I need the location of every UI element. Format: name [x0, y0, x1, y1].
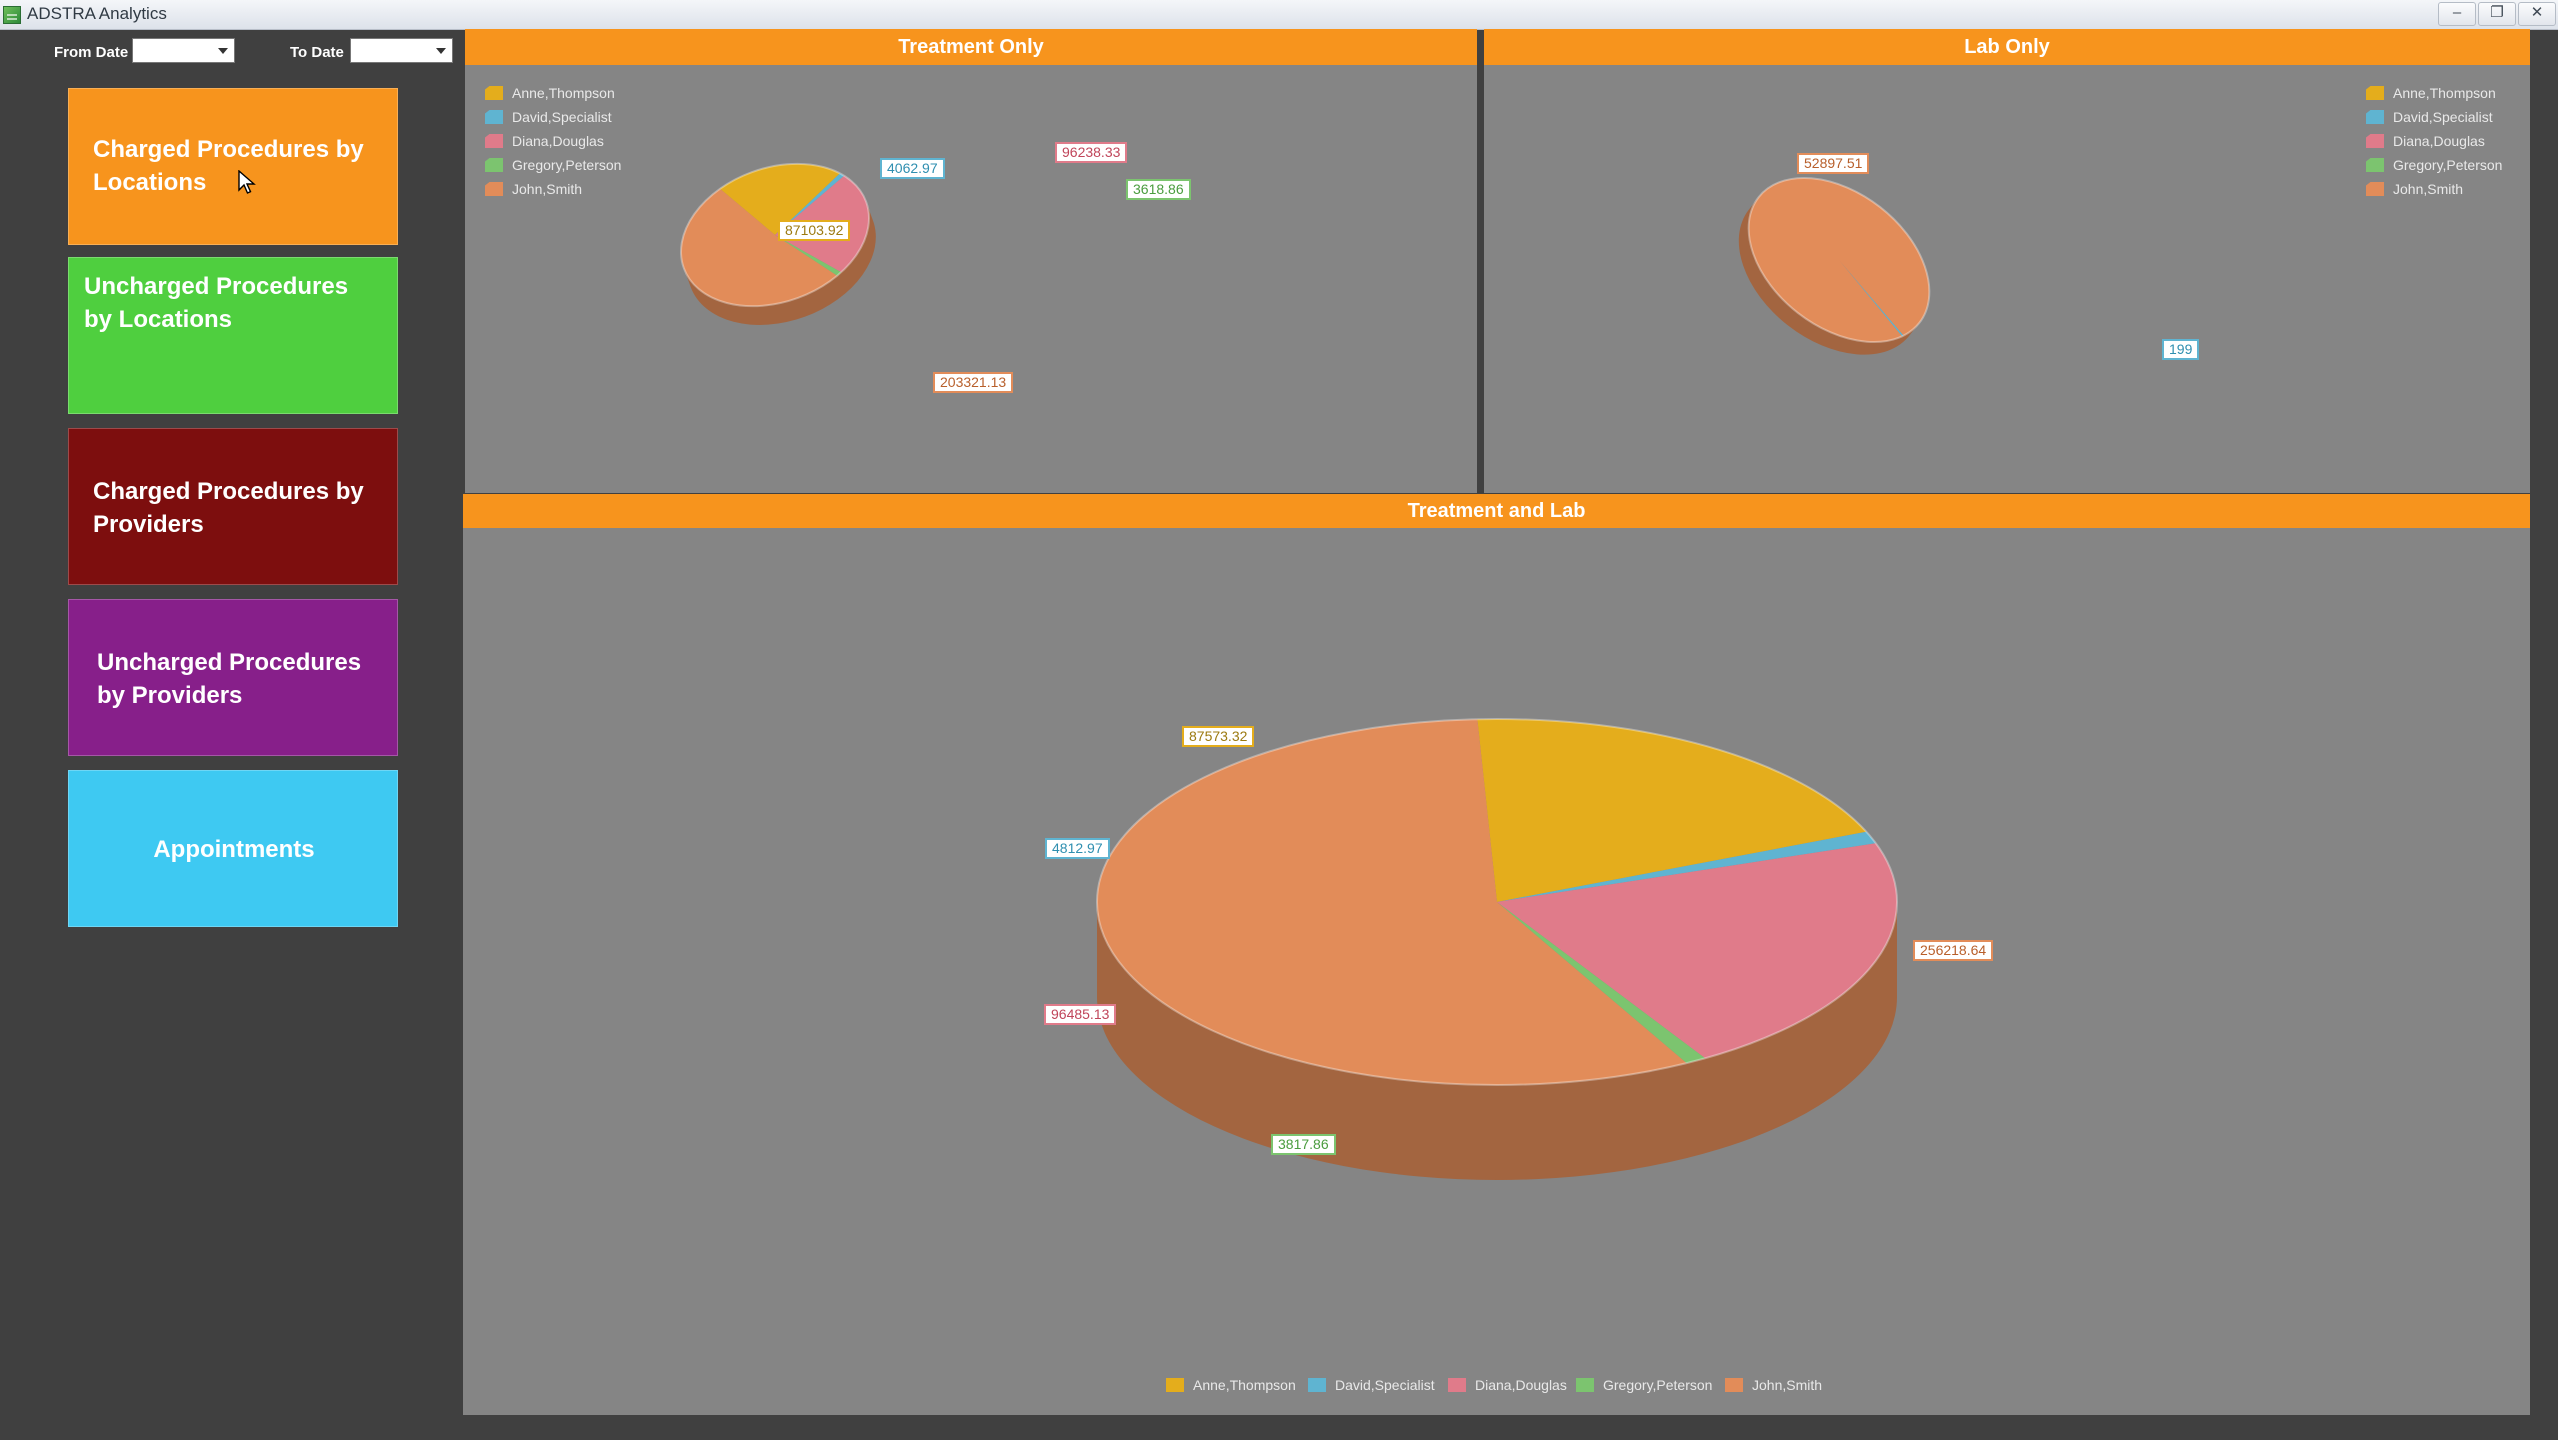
uncharged-procedures-by-locations-button[interactable]: Uncharged Procedures by Locations — [68, 257, 398, 414]
treatment-only-pie — [680, 162, 876, 325]
data-label: 87573.32 — [1182, 726, 1255, 747]
minimize-button[interactable]: – — [2438, 2, 2476, 26]
data-label: 87103.92 — [778, 220, 851, 241]
to-date-picker[interactable] — [350, 38, 453, 63]
legend-item: Anne,Thompson — [1166, 1377, 1296, 1393]
window-title: ADSTRA Analytics — [27, 4, 167, 23]
treatment-only-panel: Anne,Thompson David,Specialist Diana,Dou… — [465, 65, 1477, 493]
legend-label: Diana,Douglas — [1475, 1377, 1567, 1393]
uncharged-procedures-by-providers-button[interactable]: Uncharged Procedures by Providers — [68, 599, 398, 756]
tile-label-line-1: Charged Procedures by — [93, 136, 364, 163]
data-label: 256218.64 — [1913, 940, 1994, 961]
legend-label: John,Smith — [1752, 1377, 1823, 1393]
legend-item: Gregory,Peterson — [1576, 1377, 1712, 1393]
tile-label-line-2: Locations — [93, 169, 207, 196]
from-date-label: From Date — [54, 44, 129, 61]
status-bar — [0, 1415, 2558, 1440]
data-label: 4062.97 — [880, 158, 945, 179]
legend-item: David,Specialist — [1308, 1377, 1435, 1393]
chevron-down-icon[interactable] — [436, 48, 446, 54]
data-label: 3817.86 — [1271, 1134, 1336, 1155]
legend-label: Gregory,Peterson — [1603, 1377, 1713, 1393]
legend-swatch — [1576, 1378, 1594, 1392]
data-label: 96485.13 — [1044, 1004, 1117, 1025]
legend-swatch — [1308, 1378, 1326, 1392]
legend-label: David,Specialist — [1335, 1377, 1435, 1393]
tile-label-line-1: Charged Procedures by — [93, 478, 364, 505]
treatment-only-title: Treatment Only — [465, 29, 1477, 65]
appointments-button[interactable]: Appointments — [68, 770, 398, 927]
data-label: 199 — [2162, 339, 2200, 360]
data-label: 4812.97 — [1045, 838, 1110, 859]
treatment-and-lab-panel: 87573.32 4812.97 96485.13 3817.86 256218… — [463, 528, 2530, 1415]
tile-label-line-2: by Providers — [97, 682, 243, 709]
treatment-and-lab-pie — [1096, 718, 1898, 1180]
data-label: 96238.33 — [1055, 142, 1128, 163]
legend-item: Diana,Douglas — [1448, 1377, 1567, 1393]
to-date-label: To Date — [290, 44, 344, 61]
window-title-bar: ADSTRA Analytics – ❐ ✕ — [0, 0, 2558, 30]
tile-label-line-2: by Locations — [84, 306, 233, 333]
tile-label-line-2: Providers — [93, 511, 204, 538]
mouse-cursor-icon — [238, 170, 256, 194]
lab-only-title: Lab Only — [1484, 29, 2530, 65]
restore-button[interactable]: ❐ — [2478, 2, 2516, 26]
charged-procedures-by-providers-button[interactable]: Charged Procedures by Providers — [68, 428, 398, 585]
data-label: 52897.51 — [1797, 153, 1870, 174]
chevron-down-icon[interactable] — [218, 48, 228, 54]
legend-item: John,Smith — [1725, 1377, 1822, 1393]
app-icon — [3, 6, 21, 24]
tile-label-line-1: Appointments — [153, 836, 315, 863]
close-button[interactable]: ✕ — [2518, 2, 2556, 26]
from-date-picker[interactable] — [132, 38, 235, 63]
legend-swatch — [1725, 1378, 1743, 1392]
charged-procedures-by-locations-button[interactable]: Charged Procedures by Locations — [68, 88, 398, 245]
data-label: 203321.13 — [933, 372, 1014, 393]
legend-swatch — [1166, 1378, 1184, 1392]
tile-label-line-1: Uncharged Procedures — [97, 649, 362, 676]
lab-only-panel: Anne,Thompson David,Specialist Diana,Dou… — [1484, 65, 2530, 493]
legend-label: Anne,Thompson — [1193, 1377, 1296, 1393]
lab-only-pie — [1738, 176, 1931, 355]
data-label: 3618.86 — [1126, 179, 1191, 200]
tile-label-line-1: Uncharged Procedures — [84, 273, 349, 300]
legend-swatch — [1448, 1378, 1466, 1392]
treatment-and-lab-title: Treatment and Lab — [463, 494, 2530, 528]
